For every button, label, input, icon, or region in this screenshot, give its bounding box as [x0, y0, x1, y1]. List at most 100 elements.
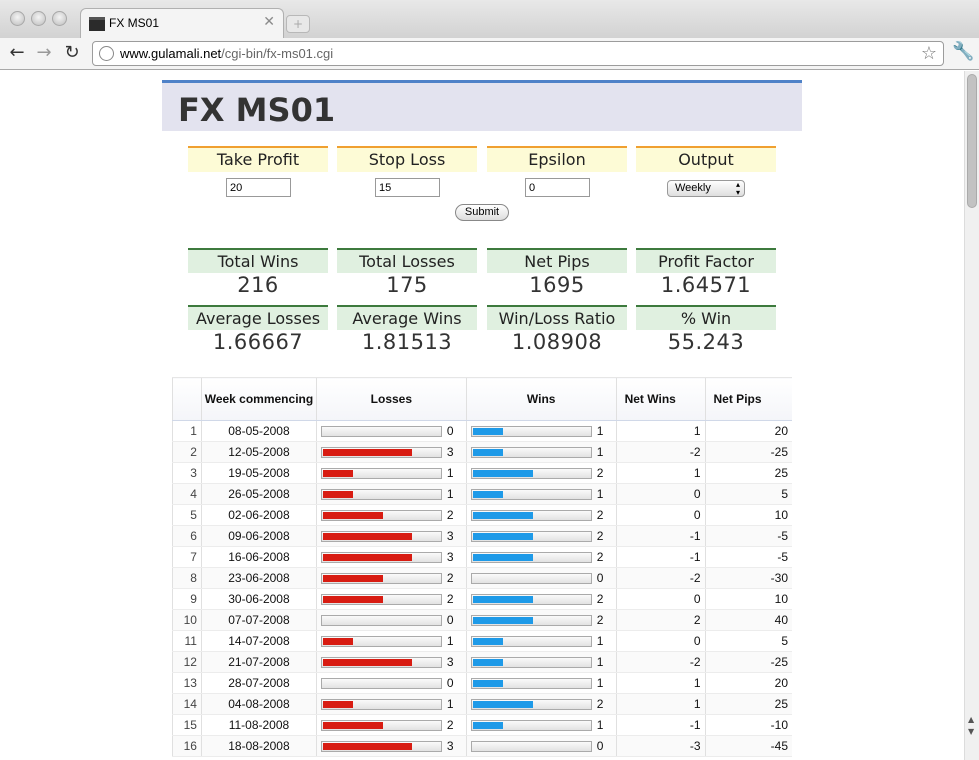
reload-icon[interactable]: ↻ [61, 42, 83, 64]
wins-bar-fill [472, 617, 533, 624]
net-pips-cell: 20 [704, 672, 792, 694]
row-index: 11 [172, 630, 202, 652]
wins-bar-fill [472, 428, 503, 435]
output-select[interactable]: Weekly ▴ ▾ [667, 180, 745, 197]
net-wins-cell: -1 [615, 525, 706, 547]
row-index: 14 [172, 693, 202, 715]
wins-bar-fill [472, 722, 503, 729]
wins-bar: 1 [470, 421, 612, 441]
net-pips-header[interactable]: Net Pips [704, 377, 792, 421]
wins-bar-fill [472, 491, 503, 498]
wins-cell: 2 [465, 525, 617, 547]
losses-bar: 0 [320, 610, 462, 630]
losses-bar-fill [322, 743, 412, 750]
wins-bar-fill [472, 470, 533, 477]
wrench-icon[interactable]: 🔧 [952, 41, 974, 62]
forward-icon[interactable]: → [33, 42, 55, 64]
losses-bar-track [320, 426, 442, 437]
net-pips-cell: 10 [704, 588, 792, 610]
epsilon-input[interactable] [525, 178, 590, 197]
scroll-thumb[interactable] [967, 74, 977, 208]
wins-bar: 1 [470, 442, 612, 462]
losses-bar-fill [322, 554, 412, 561]
losses-cell: 1 [315, 483, 467, 505]
minimize-window-button[interactable] [31, 11, 46, 26]
close-window-button[interactable] [10, 11, 25, 26]
wins-cell: 1 [465, 483, 617, 505]
row-index: 13 [172, 672, 202, 694]
losses-cell: 3 [315, 651, 467, 673]
zoom-window-button[interactable] [52, 11, 67, 26]
submit-button[interactable]: Submit [455, 204, 509, 221]
losses-count: 2 [446, 592, 454, 606]
losses-cell: 1 [315, 630, 467, 652]
wins-count: 1 [596, 655, 604, 669]
wins-count: 1 [596, 445, 604, 459]
losses-count: 3 [446, 739, 454, 753]
table-row: 7 16-06-2008 3 2 -1 -5 [172, 546, 792, 568]
stop-loss-label: Stop Loss [337, 146, 477, 172]
losses-bar: 2 [320, 568, 462, 588]
wins-header[interactable]: Wins [465, 377, 617, 421]
losses-bar: 0 [320, 673, 462, 693]
new-tab-button[interactable]: + [286, 15, 310, 33]
losses-cell: 2 [315, 588, 467, 610]
index-header [172, 377, 202, 421]
losses-bar: 0 [320, 421, 462, 441]
losses-cell: 3 [315, 546, 467, 568]
week-header[interactable]: Week commencing [200, 377, 317, 421]
wins-bar-track [470, 489, 592, 500]
row-index: 3 [172, 462, 202, 484]
row-index: 15 [172, 714, 202, 736]
browser-tab[interactable]: FX MS01 ✕ [80, 8, 284, 38]
address-bar[interactable]: www.gulamali.net/cgi-bin/fx-ms01.cgi ☆ [92, 41, 944, 66]
table-row: 2 12-05-2008 3 1 -2 -25 [172, 441, 792, 463]
week-cell: 09-06-2008 [200, 525, 317, 547]
losses-count: 2 [446, 571, 454, 585]
close-tab-icon[interactable]: ✕ [263, 14, 275, 30]
bookmark-star-icon[interactable]: ☆ [921, 43, 937, 64]
losses-bar: 3 [320, 652, 462, 672]
losses-count: 1 [446, 634, 454, 648]
url-path: /cgi-bin/fx-ms01.cgi [221, 46, 334, 61]
wins-count: 2 [596, 466, 604, 480]
scroll-up-icon[interactable]: ▲ [968, 715, 974, 724]
total-wins-value: 216 [237, 273, 279, 297]
losses-bar-track [320, 552, 442, 563]
net-wins-header[interactable]: Net Wins [615, 377, 706, 421]
wins-cell: 0 [465, 735, 617, 757]
total-losses-label: Total Losses [337, 248, 477, 273]
wins-count: 2 [596, 550, 604, 564]
wins-bar: 2 [470, 547, 612, 567]
net-pips-cell: -30 [704, 567, 792, 589]
losses-count: 0 [446, 613, 454, 627]
wins-cell: 1 [465, 651, 617, 673]
take-profit-input[interactable] [226, 178, 291, 197]
losses-cell: 1 [315, 462, 467, 484]
losses-bar-track [320, 468, 442, 479]
net-wins-cell: 0 [615, 630, 706, 652]
vertical-scrollbar[interactable]: ▲ ▼ [964, 71, 979, 760]
losses-bar-track [320, 678, 442, 689]
losses-bar-track [320, 720, 442, 731]
stop-loss-input[interactable] [375, 178, 440, 197]
wins-cell: 1 [465, 420, 617, 442]
average-losses-label: Average Losses [188, 305, 328, 330]
back-icon[interactable]: ← [6, 42, 28, 64]
losses-bar-track [320, 594, 442, 605]
net-wins-cell: -3 [615, 735, 706, 757]
losses-header[interactable]: Losses [315, 377, 467, 421]
url-text[interactable]: www.gulamali.net/cgi-bin/fx-ms01.cgi [120, 46, 333, 61]
losses-count: 0 [446, 424, 454, 438]
epsilon-label: Epsilon [487, 146, 627, 172]
pct-win-label: % Win [636, 305, 776, 330]
row-index: 16 [172, 735, 202, 757]
losses-cell: 2 [315, 504, 467, 526]
wins-bar-track [470, 552, 592, 563]
wins-bar-fill [472, 512, 533, 519]
losses-bar-fill [322, 470, 353, 477]
net-pips-cell: -25 [704, 441, 792, 463]
week-cell: 04-08-2008 [200, 693, 317, 715]
scroll-down-icon[interactable]: ▼ [968, 727, 974, 736]
average-losses-value: 1.66667 [212, 330, 304, 354]
